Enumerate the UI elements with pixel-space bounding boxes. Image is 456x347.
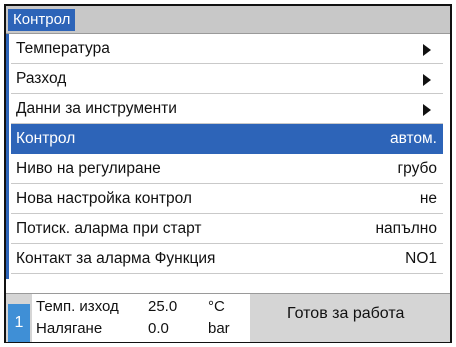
submenu-arrow-icon <box>423 74 431 86</box>
submenu-arrow-icon <box>423 104 431 116</box>
menu-item-label: Температура <box>16 40 110 57</box>
menu-item-temperature[interactable]: Температура <box>11 34 443 64</box>
menu-item-flow[interactable]: Разход <box>11 64 443 94</box>
menu-item-label: Нова настройка контрол <box>16 190 192 207</box>
machine-state: Готов за работа <box>252 294 450 342</box>
menu-item-label: Потиск. аларма при старт <box>16 220 202 237</box>
reading-name: Темп. изход <box>36 298 119 315</box>
menu-item-value: автом. <box>389 130 437 147</box>
reading-unit: °C <box>208 298 225 315</box>
menu-item-control-level[interactable]: Ниво на регулиране грубо <box>11 154 443 184</box>
reading-name: Налягане <box>36 320 103 337</box>
title-bar: Контрол <box>6 6 450 34</box>
menu-item-alarm-suppression[interactable]: Потиск. аларма при старт напълно <box>11 214 443 244</box>
reading-outlet-temperature: Темп. изход 25.0 °C <box>32 296 250 318</box>
reading-value: 0.0 <box>148 320 169 337</box>
reading-unit: bar <box>208 320 230 337</box>
menu-item-label: Разход <box>16 70 67 87</box>
menu-item-label: Данни за инструменти <box>16 100 177 117</box>
machine-state-text: Готов за работа <box>287 305 405 322</box>
device-screen: Контрол Температура Разход Данни за инст… <box>4 4 452 343</box>
menu-item-control[interactable]: Контрол автом. <box>11 124 443 154</box>
readings-panel: Темп. изход 25.0 °C Налягане 0.0 bar <box>32 294 250 342</box>
status-index-badge: 1 <box>8 304 30 342</box>
menu-item-new-control-setting[interactable]: Нова настройка контрол не <box>11 184 443 214</box>
menu-item-label: Ниво на регулиране <box>16 160 161 177</box>
reading-pressure: Налягане 0.0 bar <box>32 318 250 340</box>
menu-item-label: Контакт за аларма Функция <box>16 250 216 267</box>
menu-item-alarm-contact[interactable]: Контакт за аларма Функция NO1 <box>11 244 443 274</box>
menu-item-value: не <box>419 190 437 207</box>
menu-item-value: грубо <box>397 160 437 177</box>
menu-item-value: NO1 <box>405 250 437 267</box>
status-bar: 1 Темп. изход 25.0 °C Налягане 0.0 bar Г… <box>6 293 450 342</box>
menu-item-tool-data[interactable]: Данни за инструменти <box>11 94 443 124</box>
menu-accent-bar <box>6 34 9 279</box>
menu-item-value: напълно <box>375 220 438 237</box>
reading-value: 25.0 <box>148 298 178 315</box>
menu-item-label: Контрол <box>16 130 76 147</box>
submenu-arrow-icon <box>423 44 431 56</box>
menu-title: Контрол <box>8 9 76 31</box>
